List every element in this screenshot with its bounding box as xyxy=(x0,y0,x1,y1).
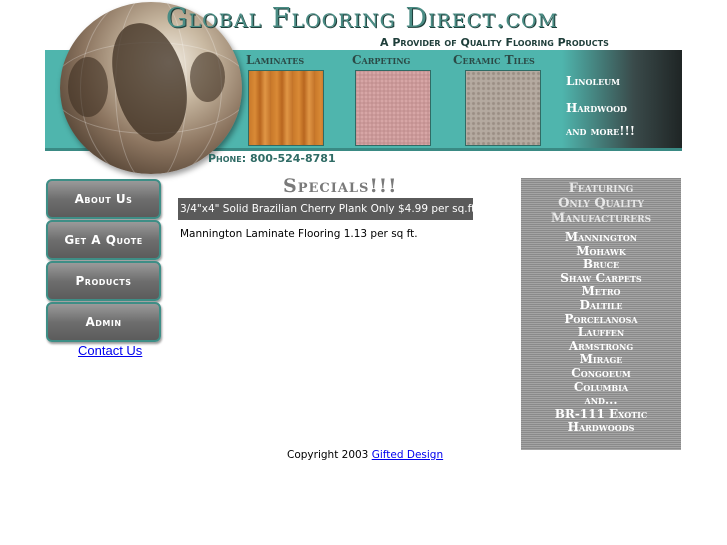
laminate-swatch-image xyxy=(248,70,324,146)
about-us-button[interactable]: About Us xyxy=(46,179,161,219)
gifted-design-link[interactable]: Gifted Design xyxy=(372,449,443,461)
manufacturer-item: Lauffen xyxy=(577,325,625,340)
manufacturers-list: Mannington Mohawk Bruce Shaw Carpets Met… xyxy=(521,230,681,435)
category-label-carpeting: Carpeting xyxy=(352,53,411,67)
category-label-more: and more!!! xyxy=(566,124,636,138)
site-title: Global Flooring Direct.com xyxy=(166,3,559,34)
manufacturers-heading: Featuring Only Quality Manufacturers xyxy=(550,181,652,226)
ceramic-tile-swatch-image xyxy=(465,70,541,146)
manufacturer-item: Mirage xyxy=(579,352,623,367)
manufacturer-item: Mannington xyxy=(564,230,638,244)
manufacturer-item: Congoeum xyxy=(571,365,631,380)
special-item: 3/4"x4" Solid Brazilian Cherry Plank Onl… xyxy=(178,198,473,220)
category-label-ceramic-tiles: Ceramic Tiles xyxy=(453,53,535,67)
products-button[interactable]: Products xyxy=(46,261,161,301)
admin-button[interactable]: Admin xyxy=(46,302,161,342)
header-banner: Global Flooring Direct.com A Provider of… xyxy=(0,0,727,175)
category-label-linoleum: Linoleum xyxy=(566,74,621,88)
manufacturer-item: Armstrong xyxy=(568,338,634,353)
site-tagline: A Provider of Quality Flooring Products xyxy=(380,36,609,49)
manufacturer-item: BR-111 Exotic xyxy=(554,406,648,421)
manufacturer-item: Columbia xyxy=(573,379,629,394)
manufacturer-item: Porcelanosa xyxy=(564,311,638,326)
footer: Copyright 2003 Gifted Design xyxy=(287,449,443,461)
copyright-text: Copyright 2003 xyxy=(287,449,369,461)
specials-heading: Specials!!! xyxy=(283,175,398,197)
manufacturer-item: and... xyxy=(584,393,618,408)
get-a-quote-button[interactable]: Get A Quote xyxy=(46,220,161,260)
category-label-laminates: Laminates xyxy=(246,53,305,67)
category-label-hardwood: Hardwood xyxy=(566,101,627,115)
special-item: Mannington Laminate Flooring 1.13 per sq… xyxy=(180,228,418,240)
manufacturer-item: Daltile xyxy=(579,297,623,312)
manufacturer-item: Shaw Carpets xyxy=(560,270,642,285)
manufacturer-item: Metro xyxy=(581,284,621,299)
manufacturer-item: Hardwoods xyxy=(567,420,635,435)
phone-number: Phone: 800-524-8781 xyxy=(208,152,336,165)
manufacturer-item: Bruce xyxy=(582,257,620,272)
manufacturer-item: Mohawk xyxy=(576,243,626,258)
contact-us-link[interactable]: Contact Us xyxy=(78,343,142,358)
manufacturers-panel: Featuring Only Quality Manufacturers Man… xyxy=(521,178,681,450)
carpet-swatch-image xyxy=(355,70,431,146)
